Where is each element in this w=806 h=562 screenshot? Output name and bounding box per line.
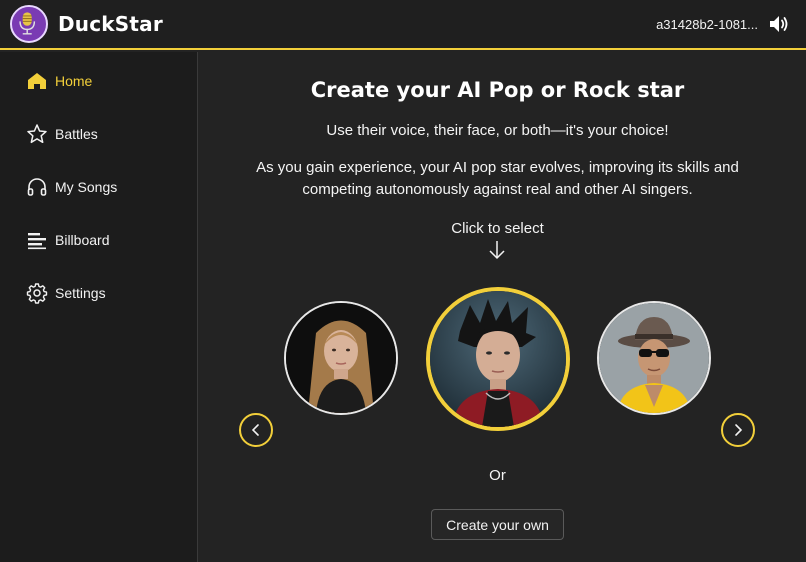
or-separator: Or	[489, 467, 506, 484]
app-name: DuckStar	[58, 12, 163, 36]
click-hint: Click to select	[451, 220, 544, 237]
sidebar-item-my-songs[interactable]: My Songs	[26, 175, 117, 199]
main-content: Create your AI Pop or Rock star Use thei…	[199, 52, 806, 562]
headphones-icon	[27, 178, 47, 196]
carousel-next-button[interactable]	[721, 413, 755, 447]
user-id[interactable]: a31428b2-1081...	[656, 17, 758, 32]
gear-icon	[26, 283, 48, 304]
chevron-right-icon	[735, 424, 743, 436]
sidebar-item-label: My Songs	[55, 179, 118, 195]
create-your-own-button[interactable]: Create your own	[431, 509, 564, 540]
sidebar-item-label: Battles	[55, 126, 98, 142]
home-icon	[28, 73, 46, 89]
singer-avatar-rock-man[interactable]	[426, 287, 570, 431]
sidebar-item-label: Settings	[55, 285, 106, 301]
sidebar-item-billboard[interactable]: Billboard	[26, 228, 109, 252]
page-title: Create your AI Pop or Rock star	[310, 78, 685, 102]
arrow-down-icon	[489, 241, 505, 260]
carousel-prev-button[interactable]	[239, 413, 273, 447]
sidebar-item-label: Billboard	[55, 232, 110, 248]
page-subtitle: Use their voice, their face, or both—it'…	[326, 122, 669, 139]
microphone-duck-icon[interactable]	[10, 5, 48, 43]
page-description: As you gain experience, your AI pop star…	[256, 159, 739, 198]
list-icon	[28, 233, 46, 250]
sidebar: Home Battles My Songs Billboard Settings	[0, 52, 198, 562]
sidebar-item-battles[interactable]: Battles	[26, 122, 98, 146]
chevron-left-icon	[251, 424, 259, 436]
speaker-volume-icon[interactable]	[768, 13, 790, 35]
sidebar-item-label: Home	[55, 73, 93, 89]
singer-avatar-hat-sunglasses-man[interactable]	[597, 301, 711, 415]
sidebar-item-home[interactable]: Home	[26, 69, 92, 93]
singer-avatar-blonde-woman[interactable]	[284, 301, 398, 415]
sidebar-item-settings[interactable]: Settings	[26, 281, 106, 305]
top-bar: DuckStar a31428b2-1081...	[0, 0, 806, 50]
star-icon	[27, 124, 47, 144]
